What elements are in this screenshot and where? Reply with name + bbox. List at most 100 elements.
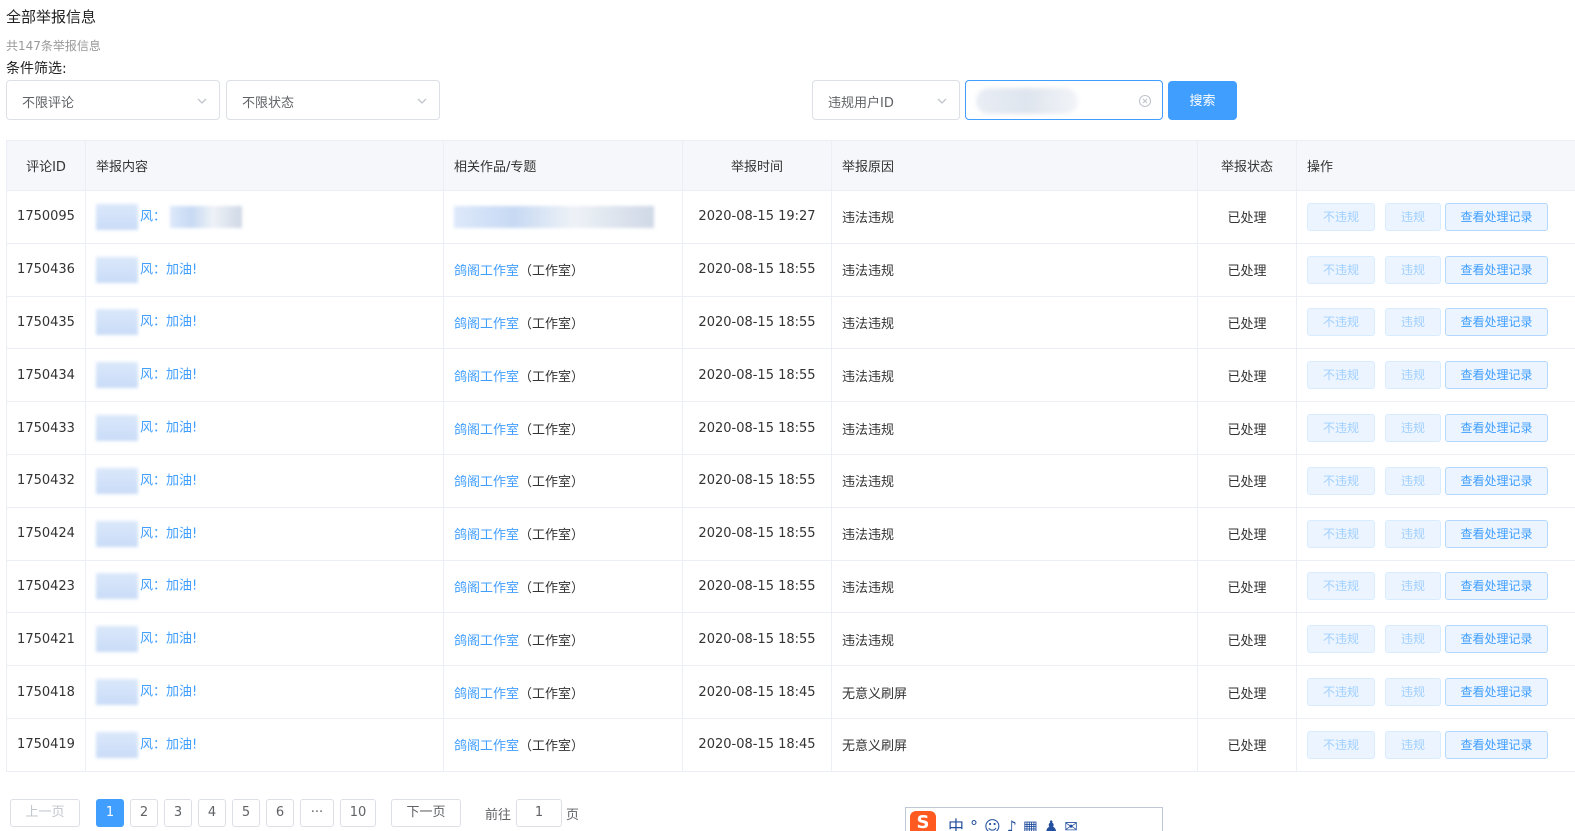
actions-cell: 不违规 违规 查看处理记录 — [1296, 612, 1575, 667]
ime-toolbar[interactable]: S 中°☺♪▦♟✉ — [905, 807, 1163, 831]
prev-page-button[interactable]: 上一页 — [10, 799, 80, 827]
redacted-username — [96, 679, 138, 706]
not-violation-button[interactable]: 不违规 — [1307, 519, 1375, 548]
reason-cell: 违法违规 — [831, 401, 1198, 455]
view-record-button[interactable]: 查看处理记录 — [1445, 519, 1548, 548]
page-number-button[interactable]: 3 — [164, 799, 192, 827]
violation-button[interactable]: 违规 — [1385, 414, 1441, 443]
time-cell: 2020-08-15 18:55 — [682, 242, 832, 297]
violation-button[interactable]: 违规 — [1385, 678, 1441, 707]
status-filter-select[interactable]: 不限状态 — [226, 80, 440, 120]
violation-button[interactable]: 违规 — [1385, 361, 1441, 390]
work-link[interactable]: 鸽阁工作室 — [454, 528, 519, 543]
content-text: 风： — [140, 209, 167, 225]
table-row: 1750434 风：加油! 鸽阁工作室（工作室） 2020-08-15 18:5… — [6, 348, 1575, 403]
view-record-button[interactable]: 查看处理记录 — [1445, 255, 1548, 284]
status-cell: 已处理 — [1197, 453, 1297, 508]
work-type: （工作室） — [519, 422, 585, 438]
work-type: （工作室） — [519, 369, 585, 385]
work-link[interactable]: 鸽阁工作室 — [454, 264, 519, 279]
work-link[interactable]: 鸽阁工作室 — [454, 687, 519, 702]
violation-button[interactable]: 违规 — [1385, 308, 1441, 337]
ime-toolbar-icons: 中°☺♪▦♟✉ — [948, 817, 1084, 831]
redacted-input-value — [976, 88, 1078, 114]
redacted-username — [96, 203, 138, 230]
reason-cell: 违法违规 — [831, 242, 1198, 297]
actions-cell: 不违规 违规 查看处理记录 — [1296, 401, 1575, 455]
page-number-button[interactable]: 10 — [340, 799, 376, 827]
violation-button[interactable]: 违规 — [1385, 202, 1441, 231]
time-cell: 2020-08-15 18:55 — [682, 348, 832, 403]
search-button[interactable]: 搜索 — [1168, 81, 1237, 120]
comment-id-cell: 1750095 — [6, 190, 86, 244]
view-record-button[interactable]: 查看处理记录 — [1445, 678, 1548, 707]
actions-cell: 不违规 违规 查看处理记录 — [1296, 717, 1575, 772]
not-violation-button[interactable]: 不违规 — [1307, 414, 1375, 443]
work-type: （工作室） — [519, 686, 585, 702]
search-input[interactable] — [965, 80, 1163, 120]
content-cell: 风： — [85, 190, 444, 244]
work-link[interactable]: 鸽阁工作室 — [454, 423, 519, 438]
not-violation-button[interactable]: 不违规 — [1307, 678, 1375, 707]
page-number-button[interactable]: 6 — [266, 799, 294, 827]
view-record-button[interactable]: 查看处理记录 — [1445, 308, 1548, 337]
reason-cell: 无意义刷屏 — [831, 717, 1198, 772]
violation-button[interactable]: 违规 — [1385, 519, 1441, 548]
comment-filter-select[interactable]: 不限评论 — [6, 80, 220, 120]
not-violation-button[interactable]: 不违规 — [1307, 202, 1375, 231]
comment-id-cell: 1750424 — [6, 506, 86, 561]
comment-id-cell: 1750433 — [6, 401, 86, 455]
table-row: 1750433 风：加油! 鸽阁工作室（工作室） 2020-08-15 18:5… — [6, 401, 1575, 455]
not-violation-button[interactable]: 不违规 — [1307, 466, 1375, 495]
work-cell — [443, 190, 683, 244]
work-link[interactable]: 鸽阁工作室 — [454, 475, 519, 490]
search-field-select[interactable]: 违规用户ID — [812, 80, 960, 120]
next-page-button[interactable]: 下一页 — [391, 799, 461, 827]
violation-button[interactable]: 违规 — [1385, 255, 1441, 284]
page-number-button[interactable]: 1 — [96, 799, 124, 827]
work-cell: 鸽阁工作室（工作室） — [443, 717, 683, 772]
content-cell: 风：加油! — [85, 717, 444, 772]
reason-cell: 违法违规 — [831, 612, 1198, 667]
violation-button[interactable]: 违规 — [1385, 730, 1441, 759]
time-cell: 2020-08-15 18:55 — [682, 295, 832, 350]
not-violation-button[interactable]: 不违规 — [1307, 255, 1375, 284]
view-record-button[interactable]: 查看处理记录 — [1445, 730, 1548, 759]
view-record-button[interactable]: 查看处理记录 — [1445, 572, 1548, 601]
table-row: 1750432 风：加油! 鸽阁工作室（工作室） 2020-08-15 18:5… — [6, 453, 1575, 508]
view-record-button[interactable]: 查看处理记录 — [1445, 361, 1548, 390]
filter-label: 条件筛选: — [6, 61, 67, 77]
page-number-button[interactable]: 5 — [232, 799, 260, 827]
work-link[interactable]: 鸽阁工作室 — [454, 739, 519, 754]
not-violation-button[interactable]: 不违规 — [1307, 361, 1375, 390]
comment-id-cell: 1750421 — [6, 612, 86, 667]
view-record-button[interactable]: 查看处理记录 — [1445, 625, 1548, 654]
not-violation-button[interactable]: 不违规 — [1307, 625, 1375, 654]
work-link[interactable]: 鸽阁工作室 — [454, 317, 519, 332]
work-link[interactable]: 鸽阁工作室 — [454, 634, 519, 649]
view-record-button[interactable]: 查看处理记录 — [1445, 414, 1548, 443]
goto-page-input[interactable]: 1 — [516, 799, 562, 827]
work-link[interactable]: 鸽阁工作室 — [454, 370, 519, 385]
table-header-row: 评论ID 举报内容 相关作品/专题 举报时间 举报原因 举报状态 操作 — [6, 140, 1575, 191]
not-violation-button[interactable]: 不违规 — [1307, 572, 1375, 601]
work-cell: 鸽阁工作室（工作室） — [443, 348, 683, 403]
content-cell: 风：加油! — [85, 401, 444, 455]
more-pages-button[interactable]: ··· — [300, 799, 334, 827]
violation-button[interactable]: 违规 — [1385, 572, 1441, 601]
violation-button[interactable]: 违规 — [1385, 625, 1441, 654]
comment-id-cell: 1750419 — [6, 717, 86, 772]
page-number-button[interactable]: 4 — [198, 799, 226, 827]
view-record-button[interactable]: 查看处理记录 — [1445, 466, 1548, 495]
not-violation-button[interactable]: 不违规 — [1307, 730, 1375, 759]
work-link[interactable]: 鸽阁工作室 — [454, 581, 519, 596]
time-cell: 2020-08-15 18:55 — [682, 506, 832, 561]
redacted-username — [96, 256, 138, 283]
circle-close-icon[interactable] — [1138, 94, 1152, 108]
page-number-button[interactable]: 2 — [130, 799, 158, 827]
page-title: 全部举报信息 — [6, 8, 97, 26]
violation-button[interactable]: 违规 — [1385, 466, 1441, 495]
not-violation-button[interactable]: 不违规 — [1307, 308, 1375, 337]
view-record-button[interactable]: 查看处理记录 — [1445, 202, 1548, 231]
table-row: 1750424 风：加油! 鸽阁工作室（工作室） 2020-08-15 18:5… — [6, 506, 1575, 561]
